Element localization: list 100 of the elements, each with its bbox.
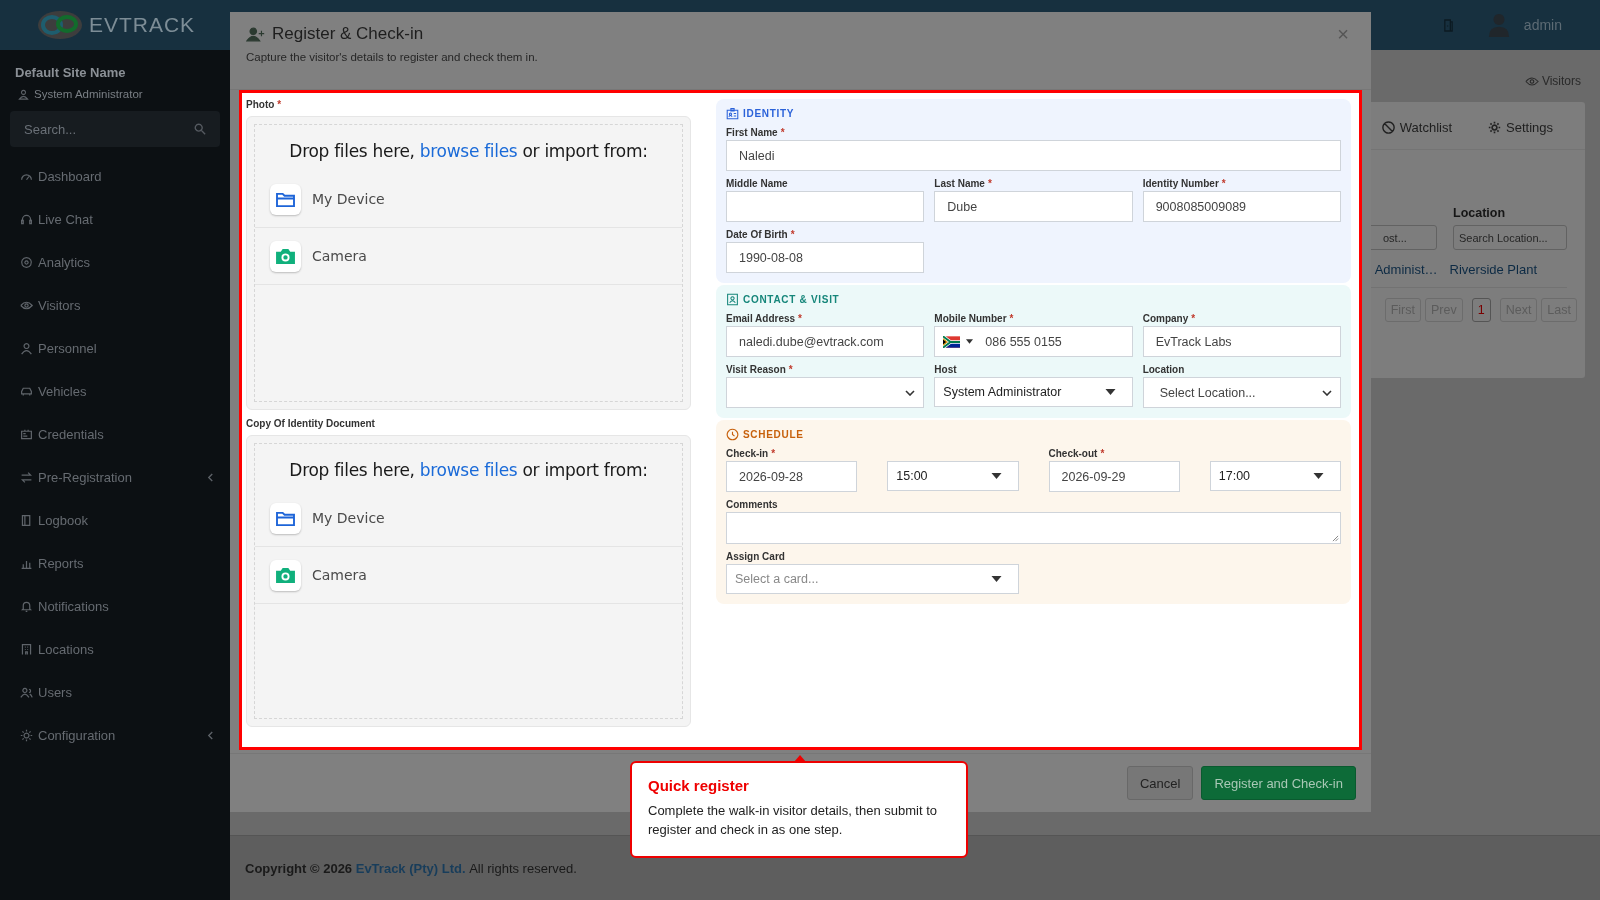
gear-icon xyxy=(20,729,33,742)
user-role: System Administrator xyxy=(34,88,143,100)
dropdown-field[interactable]: 17:00 xyxy=(1209,461,1341,491)
nav-item[interactable]: Locations xyxy=(0,628,230,671)
select-field[interactable]: Select Location... xyxy=(1142,377,1341,408)
submit-button[interactable]: Register and Check-in xyxy=(1201,766,1356,800)
table-link[interactable]: Administ… xyxy=(1374,262,1438,287)
text-area[interactable] xyxy=(726,512,1341,544)
nav-item[interactable]: Pre-Registration xyxy=(0,456,230,499)
select-field[interactable] xyxy=(726,377,925,408)
caret-icon xyxy=(966,339,974,344)
import-option[interactable]: My Device xyxy=(255,171,682,228)
camera-icon xyxy=(275,247,296,265)
search-icon xyxy=(194,123,206,135)
text-field[interactable]: 2026-09-29 xyxy=(1048,461,1180,492)
nav-item[interactable]: Users xyxy=(0,671,230,714)
field-label: Host xyxy=(934,363,957,375)
page-button[interactable]: 1 xyxy=(1471,298,1491,322)
nav-item[interactable]: Visitors xyxy=(0,284,230,327)
drop-zone[interactable]: Drop files here, browse files or import from: My Device Camera xyxy=(254,443,683,719)
nav-item[interactable]: Notifications xyxy=(0,585,230,628)
tab[interactable]: Settings xyxy=(1488,116,1553,138)
eye-icon xyxy=(20,299,33,312)
folder-icon xyxy=(275,190,296,208)
logo-text: EVTRACK xyxy=(88,13,196,37)
required-mark: * xyxy=(1221,177,1226,189)
field-label: Photo xyxy=(246,99,275,112)
door-icon[interactable] xyxy=(1442,18,1454,32)
field-label: Middle Name xyxy=(726,177,788,189)
location-filter-field[interactable]: Search Location... xyxy=(1453,225,1567,250)
drop-zone[interactable]: Drop files here, browse files or import from: My Device Camera xyxy=(254,124,683,402)
nav-item[interactable]: Live Chat xyxy=(0,198,230,241)
resize-handle-icon[interactable] xyxy=(1332,535,1339,542)
table-link[interactable]: Riverside Plant xyxy=(1449,262,1537,287)
field-label: Check-in xyxy=(726,447,769,459)
person-icon xyxy=(18,88,29,100)
caret-icon xyxy=(990,576,1002,582)
visitors-link[interactable]: Visitors xyxy=(1524,74,1581,88)
section-title: IDENTITY xyxy=(743,107,795,119)
headset-icon xyxy=(20,213,33,226)
camera-icon xyxy=(275,566,296,584)
text-field[interactable]: EvTrack Labs xyxy=(1142,326,1341,357)
phone-field[interactable]: 086 555 0155 xyxy=(934,326,1133,357)
import-option[interactable]: Camera xyxy=(255,547,682,604)
add-user-icon xyxy=(246,26,266,42)
dialog-title: Register & Check-in xyxy=(272,24,425,44)
folder-icon xyxy=(275,509,296,527)
text-field[interactable]: Naledi xyxy=(726,140,1341,171)
field-label: Email Address xyxy=(726,312,796,324)
blocked-icon xyxy=(1381,120,1395,134)
browse-link[interactable]: browse files xyxy=(419,460,518,480)
required-mark: * xyxy=(1009,312,1014,324)
gear-icon xyxy=(1488,120,1501,134)
required-mark: * xyxy=(277,99,282,112)
nav-item[interactable]: Personnel xyxy=(0,327,230,370)
user-name[interactable]: admin xyxy=(1523,17,1562,33)
building-icon xyxy=(20,643,33,656)
nav-item[interactable]: Credentials xyxy=(0,413,230,456)
text-field[interactable]: 9008085009089 xyxy=(1142,191,1341,222)
nav-item[interactable]: Reports xyxy=(0,542,230,585)
dropdown-field[interactable]: Select a card... xyxy=(726,564,1019,594)
import-option[interactable]: My Device xyxy=(255,490,682,547)
drop-prompt: Drop files here, browse files or import from: xyxy=(288,459,649,482)
dropdown-field[interactable]: 15:00 xyxy=(887,461,1019,491)
text-field[interactable] xyxy=(726,191,925,222)
field-label: Assign Card xyxy=(726,550,785,562)
field-label: First Name xyxy=(726,126,778,138)
required-mark: * xyxy=(788,363,793,375)
tooltip-title: Quick register xyxy=(648,777,750,794)
site-name: Default Site Name xyxy=(14,64,127,80)
tab[interactable]: Watchlist xyxy=(1381,116,1452,138)
import-option[interactable]: Camera xyxy=(255,228,682,285)
arrows-icon xyxy=(20,471,33,484)
nav-item[interactable]: Vehicles xyxy=(0,370,230,413)
dropdown-field[interactable]: System Administrator xyxy=(934,377,1133,407)
nav-item[interactable]: Dashboard xyxy=(0,155,230,198)
required-mark: * xyxy=(771,447,776,459)
search-field[interactable]: Search... xyxy=(10,111,220,147)
caret-icon xyxy=(1313,473,1324,479)
field-label: Comments xyxy=(726,498,778,510)
field-label: Check-out xyxy=(1048,447,1098,459)
id-card-icon xyxy=(20,428,33,441)
chevron-down-icon xyxy=(905,389,916,396)
nav-item[interactable]: Configuration xyxy=(0,714,230,757)
nav-item[interactable]: Logbook xyxy=(0,499,230,542)
section-title: SCHEDULE xyxy=(743,428,804,440)
cancel-button[interactable]: Cancel xyxy=(1126,766,1194,800)
required-mark: * xyxy=(790,228,795,240)
text-field[interactable]: 1990-08-08 xyxy=(726,242,925,273)
browse-link[interactable]: browse files xyxy=(419,141,518,161)
required-mark: * xyxy=(780,126,785,138)
text-field[interactable]: 2026-09-28 xyxy=(726,461,858,492)
flag-icon xyxy=(943,335,961,348)
close-button[interactable]: × xyxy=(1331,24,1355,44)
field-label: Location xyxy=(1142,363,1185,375)
nav-item[interactable]: Analytics xyxy=(0,241,230,284)
text-field[interactable]: Dube xyxy=(934,191,1133,222)
field-label: Copy Of Identity Document xyxy=(246,418,375,431)
text-field[interactable]: naledi.dube@evtrack.com xyxy=(726,326,925,357)
clock-icon xyxy=(726,427,739,441)
